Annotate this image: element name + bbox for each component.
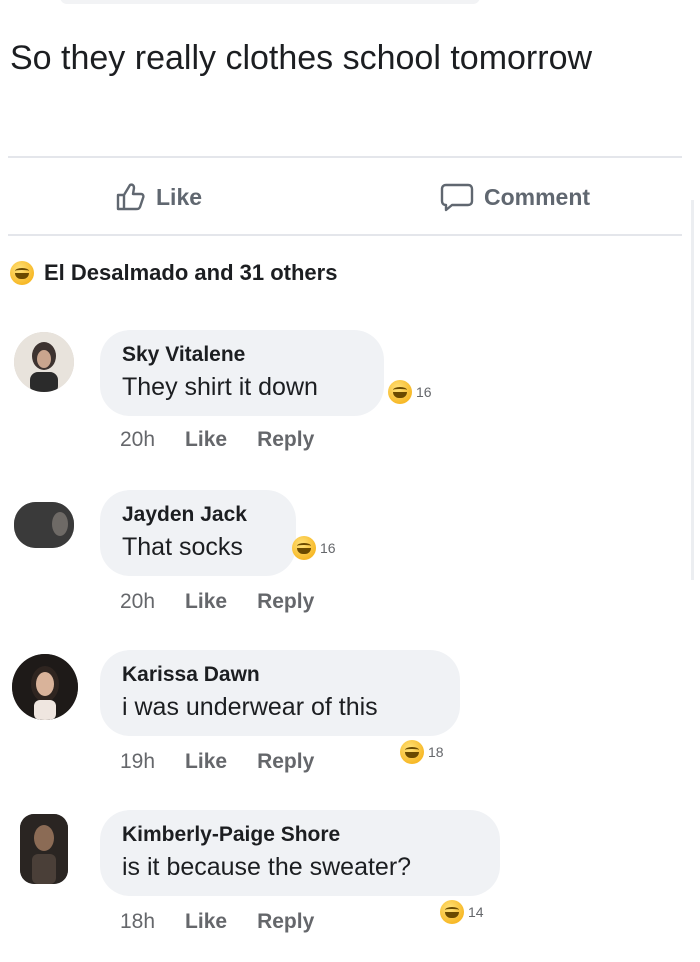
reaction-count: 16 <box>320 540 336 556</box>
haha-reaction-icon <box>388 380 412 404</box>
comment-like-link[interactable]: Like <box>185 428 227 452</box>
comment-author[interactable]: Sky Vitalene <box>122 340 362 370</box>
comment-bubble: Jayden Jack That socks <box>100 490 296 576</box>
haha-reaction-icon <box>292 536 316 560</box>
comment-text: That socks <box>122 533 243 561</box>
cropped-header-remnant <box>60 0 480 4</box>
divider <box>8 156 682 158</box>
comment-bubble: Sky Vitalene They shirt it down <box>100 330 384 416</box>
comment-meta: 20h Like Reply <box>120 590 314 614</box>
comment-time[interactable]: 20h <box>120 590 155 614</box>
comment-icon <box>440 181 474 213</box>
comment-reactions[interactable]: 14 <box>440 900 484 924</box>
comment-reply-link[interactable]: Reply <box>257 750 314 774</box>
haha-reaction-icon <box>440 900 464 924</box>
comment-label: Comment <box>484 183 591 210</box>
reaction-count: 18 <box>428 744 444 760</box>
comment-like-link[interactable]: Like <box>185 750 227 774</box>
avatar[interactable] <box>20 814 68 884</box>
divider <box>8 234 682 236</box>
comment-meta: 19h Like Reply <box>120 750 314 774</box>
comment-reply-link[interactable]: Reply <box>257 428 314 452</box>
comment-author[interactable]: Kimberly-Paige Shore <box>122 820 478 850</box>
comment-reactions[interactable]: 18 <box>400 740 444 764</box>
comment-time[interactable]: 19h <box>120 750 155 774</box>
thumbs-up-icon <box>114 181 146 213</box>
avatar[interactable] <box>14 502 74 548</box>
scrollbar[interactable] <box>691 200 694 580</box>
comment-reply-link[interactable]: Reply <box>257 590 314 614</box>
comment-reactions[interactable]: 16 <box>292 536 336 560</box>
post-text: So they really clothes school tomorrow <box>10 39 593 77</box>
reaction-count: 14 <box>468 904 484 920</box>
comment-reply-link[interactable]: Reply <box>257 910 314 934</box>
reactions-summary[interactable]: El Desalmado and 31 others <box>10 256 337 290</box>
avatar[interactable] <box>12 654 78 720</box>
comment-bubble: Karissa Dawn i was underwear of this <box>100 650 460 736</box>
comment-like-link[interactable]: Like <box>185 910 227 934</box>
comment-reactions[interactable]: 16 <box>388 380 432 404</box>
reactions-summary-text: El Desalmado and 31 others <box>44 260 338 285</box>
comment-bubble: Kimberly-Paige Shore is it because the s… <box>100 810 500 896</box>
haha-reaction-icon <box>400 740 424 764</box>
comment-text: They shirt it down <box>122 373 318 401</box>
like-label: Like <box>156 183 203 210</box>
comment-author[interactable]: Karissa Dawn <box>122 660 438 690</box>
comment-author[interactable]: Jayden Jack <box>122 500 274 530</box>
comment-text: is it because the sweater? <box>122 853 412 881</box>
comment-button[interactable]: Comment <box>440 172 590 222</box>
comment-text: i was underwear of this <box>122 693 378 721</box>
haha-reaction-icon <box>10 261 34 285</box>
comment-time[interactable]: 18h <box>120 910 155 934</box>
reaction-count: 16 <box>416 384 432 400</box>
comment-meta: 20h Like Reply <box>120 428 314 452</box>
avatar[interactable] <box>14 332 74 392</box>
comment-time[interactable]: 20h <box>120 428 155 452</box>
like-button[interactable]: Like <box>114 172 202 222</box>
comment-meta: 18h Like Reply <box>120 910 314 934</box>
comment-like-link[interactable]: Like <box>185 590 227 614</box>
